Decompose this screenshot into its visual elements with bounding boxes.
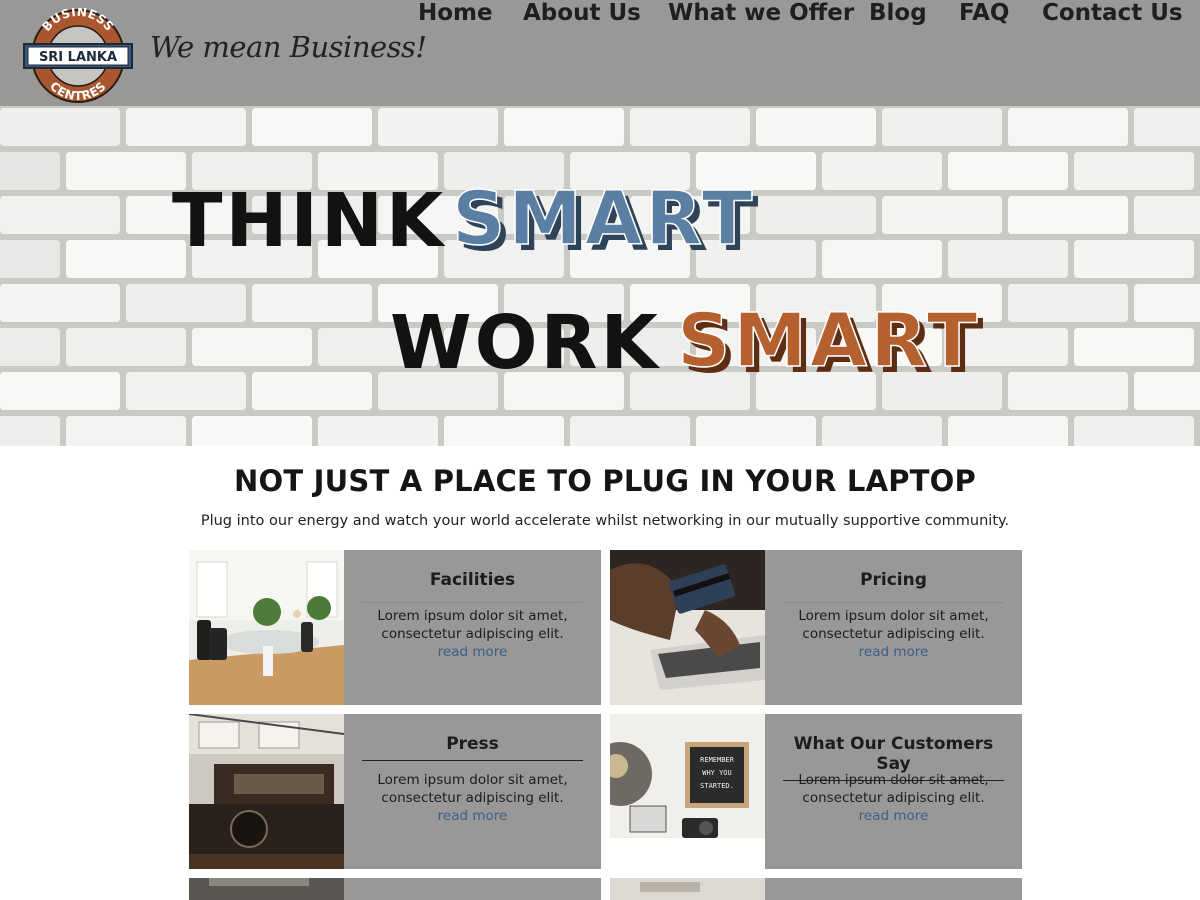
card-title: Facilities [429, 570, 516, 590]
card-press: Press Lorem ipsum dolor sit amet, consec… [189, 714, 601, 869]
read-more-link[interactable]: read more [765, 644, 1022, 660]
svg-text:STARTED.: STARTED. [700, 782, 734, 790]
hero-smart-text-2: SMART [677, 298, 980, 384]
office-photo [189, 550, 344, 705]
svg-text:REMEMBER: REMEMBER [700, 756, 735, 764]
card-body: Facilities Lorem ipsum dolor sit amet, c… [344, 550, 601, 705]
nav-contact-us[interactable]: Contact Us [1042, 0, 1183, 26]
logo-band-text: SRI LANKA [39, 50, 117, 65]
ceiling-photo [189, 878, 344, 900]
hero-smart-text-1: SMART [452, 176, 755, 262]
card-text: Lorem ipsum dolor sit amet, consectetur … [377, 772, 568, 806]
card-divider [362, 602, 583, 603]
printing-press-photo [189, 714, 344, 869]
nav-what-we-offer[interactable]: What we Offer [668, 0, 854, 26]
read-more-link[interactable]: read more [344, 808, 601, 824]
section-title: NOT JUST A PLACE TO PLUG IN YOUR LAPTOP [234, 464, 976, 498]
card-text: Lorem ipsum dolor sit amet, consectetur … [377, 608, 568, 642]
nav-blog[interactable]: Blog [869, 0, 927, 26]
nav-home[interactable]: Home [418, 0, 493, 26]
nav-faq[interactable]: FAQ [959, 0, 1009, 26]
hero-banner: THINK SMART SMART WORK SMART SMART [0, 106, 1200, 446]
card-row3-right [610, 878, 1022, 900]
section-subtitle: Plug into our energy and watch your worl… [200, 513, 1010, 529]
site-logo[interactable]: BUSINESS CENTRES SRI LANKA [22, 8, 134, 104]
hero-think-text: THINK [172, 178, 446, 264]
nav-about-us[interactable]: About Us [523, 0, 641, 26]
hero-work-text: WORK [390, 300, 661, 386]
card-title: Pricing [860, 570, 927, 590]
card-testimonials: REMEMBER WHY YOU STARTED. What Our Custo… [610, 714, 1022, 869]
read-more-link[interactable]: read more [344, 644, 601, 660]
card-body: What Our Customers Say Lorem ipsum dolor… [765, 714, 1022, 869]
tagline: We mean Business! [150, 30, 427, 64]
read-more-link[interactable]: read more [765, 808, 1022, 824]
svg-text:WHY YOU: WHY YOU [702, 769, 732, 777]
site-header: BUSINESS CENTRES SRI LANKA We mean Busin… [0, 0, 1200, 106]
desk-shelf-photo: REMEMBER WHY YOU STARTED. [610, 714, 765, 869]
card-row3-left [189, 878, 601, 900]
card-payment-photo [610, 550, 765, 705]
hero-graphic: THINK SMART SMART WORK SMART SMART [0, 106, 1200, 446]
card-body: Pricing Lorem ipsum dolor sit amet, cons… [765, 550, 1022, 705]
card-facilities: Facilities Lorem ipsum dolor sit amet, c… [189, 550, 601, 705]
desk-photo [610, 878, 765, 900]
card-pricing: Pricing Lorem ipsum dolor sit amet, cons… [610, 550, 1022, 705]
brick-wall [0, 106, 1200, 446]
card-text: Lorem ipsum dolor sit amet, consectetur … [798, 608, 989, 642]
card-body: Press Lorem ipsum dolor sit amet, consec… [344, 714, 601, 869]
card-text: Lorem ipsum dolor sit amet, consectetur … [798, 772, 989, 806]
card-title: Press [362, 734, 583, 761]
card-divider [783, 602, 1004, 603]
